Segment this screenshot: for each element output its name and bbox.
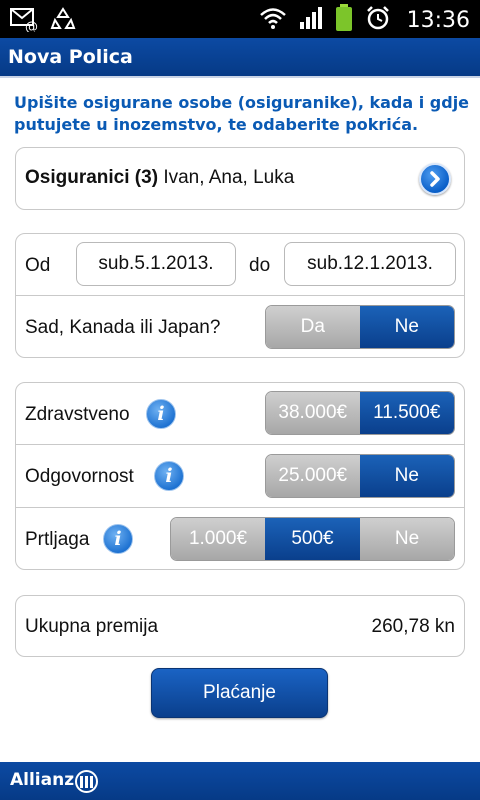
info-icon[interactable]: i [103, 524, 133, 554]
liability-label: Odgovornost [25, 466, 134, 487]
battery-icon [335, 4, 353, 36]
luggage-toggle[interactable]: 1.000€ 500€ Ne [170, 517, 455, 561]
intro-text: Upišite osigurane osobe (osiguranike), k… [14, 93, 470, 134]
pay-button[interactable]: Plaćanje [151, 668, 328, 718]
divider [16, 444, 464, 445]
luggage-option-ne[interactable]: Ne [360, 518, 454, 560]
mail-notification-icon: @ [10, 6, 40, 36]
info-icon[interactable]: i [146, 399, 176, 429]
premium-value: 260,78 kn [371, 616, 455, 637]
luggage-option-high[interactable]: 1.000€ [171, 518, 265, 560]
premium-label: Ukupna premija [25, 616, 159, 637]
title-bar: Nova Polica [0, 38, 480, 78]
divider [16, 295, 464, 296]
to-date-field[interactable]: sub.12.1.2013. [284, 242, 456, 286]
travel-card: Od sub.5.1.2013. do sub.12.1.2013. Sad, … [15, 233, 465, 358]
luggage-option-low[interactable]: 500€ [265, 518, 360, 560]
divider [16, 507, 464, 508]
wifi-icon [259, 6, 287, 34]
alarm-clock-icon [365, 5, 391, 35]
liability-option-amount[interactable]: 25.000€ [266, 455, 360, 497]
premium-card: Ukupna premija 260,78 kn [15, 595, 465, 657]
coverage-card: Zdravstveno i 38.000€ 11.500€ Odgovornos… [15, 382, 465, 570]
status-time: 13:36 [406, 7, 470, 33]
health-toggle[interactable]: 38.000€ 11.500€ [265, 391, 455, 435]
liability-toggle[interactable]: 25.000€ Ne [265, 454, 455, 498]
svg-text:@: @ [25, 20, 38, 32]
from-date-field[interactable]: sub.5.1.2013. [76, 242, 236, 286]
brand-name: Allianz [10, 770, 75, 790]
allianz-logo-icon [75, 770, 98, 793]
info-icon[interactable]: i [154, 461, 184, 491]
usa-option-da[interactable]: Da [266, 306, 360, 348]
insured-label: Osiguranici (3) [25, 167, 159, 188]
from-label: Od [25, 255, 51, 276]
usa-toggle[interactable]: Da Ne [265, 305, 455, 349]
status-bar: @ 13:36 [0, 0, 480, 38]
recycle-icon [50, 6, 76, 36]
to-label: do [249, 255, 271, 276]
chevron-right-icon[interactable] [419, 163, 451, 195]
insured-summary: Osiguranici (3) Ivan, Ana, Luka [25, 167, 294, 189]
insured-persons-row[interactable]: Osiguranici (3) Ivan, Ana, Luka [15, 147, 465, 210]
footer-bar: Allianz [0, 762, 480, 800]
luggage-label: Prtljaga [25, 529, 90, 550]
health-label: Zdravstveno [25, 404, 130, 425]
signal-icon [299, 6, 323, 34]
liability-option-ne[interactable]: Ne [359, 455, 454, 497]
usa-question: Sad, Kanada ili Japan? [25, 317, 221, 338]
insured-names: Ivan, Ana, Luka [163, 167, 295, 188]
health-option-low[interactable]: 11.500€ [359, 392, 454, 434]
health-option-high[interactable]: 38.000€ [266, 392, 360, 434]
page-title: Nova Polica [8, 46, 133, 68]
usa-option-ne[interactable]: Ne [359, 306, 454, 348]
